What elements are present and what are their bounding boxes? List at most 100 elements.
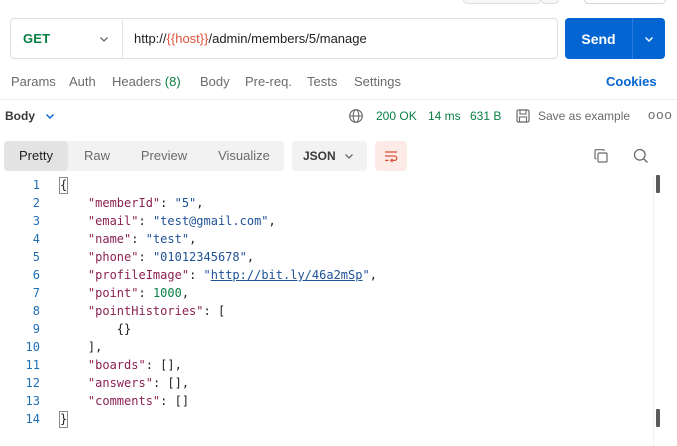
code-line: 6 "profileImage": "http://bit.ly/46a2mSp… — [0, 266, 650, 284]
code-line: 13 "comments": [] — [0, 392, 650, 410]
chevron-down-icon — [645, 36, 653, 42]
code-text: "profileImage": "http://bit.ly/46a2mSp", — [59, 266, 377, 284]
tab-body[interactable]: Body — [200, 74, 230, 89]
code-line: 10 ], — [0, 338, 650, 356]
code-token: "phone" — [87, 250, 139, 264]
code-text: "memberId": "5", — [59, 194, 204, 212]
status-code[interactable]: 200 OK — [376, 109, 417, 123]
tab-headers-label: Headers — [112, 74, 162, 89]
code-text: "point": 1000, — [59, 284, 189, 302]
send-button[interactable]: Send — [565, 31, 632, 47]
code-line: 11 "boards": [], — [0, 356, 650, 374]
code-token: : — [138, 250, 153, 264]
format-select[interactable]: JSON — [292, 141, 367, 171]
code-token: , — [246, 250, 255, 264]
code-token: , — [268, 214, 276, 228]
code-token: : [] — [160, 394, 190, 408]
code-line: 5 "phone": "01012345678", — [0, 248, 650, 266]
view-mode-tabs: Pretty Raw Preview Visualize — [4, 141, 284, 171]
save-icon[interactable] — [515, 108, 531, 124]
tab-pretty[interactable]: Pretty — [4, 141, 68, 171]
response-body-label[interactable]: Body — [5, 109, 35, 123]
line-number: 7 — [32, 286, 40, 300]
code-line: 9 {} — [0, 320, 650, 338]
code-text: } — [59, 410, 69, 428]
response-time[interactable]: 14 ms — [428, 109, 461, 123]
code-token: " — [362, 268, 370, 282]
code-token: : — [189, 268, 204, 282]
tab-pre-request[interactable]: Pre-req. — [245, 74, 292, 89]
code-token: "pointHistories" — [87, 304, 204, 318]
toolbar-button-fragment[interactable] — [541, 0, 559, 4]
tab-tests[interactable]: Tests — [307, 74, 337, 89]
code-token: " — [203, 268, 211, 282]
tab-settings[interactable]: Settings — [354, 74, 401, 89]
code-token: {} — [59, 322, 132, 336]
save-as-example-button[interactable]: Save as example — [538, 109, 630, 123]
line-number: 3 — [32, 214, 40, 228]
code-line: 12 "answers": [], — [0, 374, 650, 392]
line-number: 13 — [25, 394, 40, 408]
code-token: { — [59, 177, 69, 194]
search-icon[interactable] — [632, 147, 650, 165]
code-line: 4 "name": "test", — [0, 230, 650, 248]
toolbar-button-fragment[interactable] — [584, 0, 666, 4]
code-text: {} — [59, 320, 131, 338]
url-input[interactable]: http://{{host}}/admin/members/5/manage — [123, 31, 367, 46]
tab-visualize[interactable]: Visualize — [207, 141, 281, 171]
method-select[interactable]: GET — [11, 19, 123, 58]
response-size[interactable]: 631 B — [470, 109, 501, 123]
scrollbar-marker[interactable] — [656, 409, 660, 427]
tab-params[interactable]: Params — [11, 74, 56, 89]
tab-preview[interactable]: Preview — [132, 141, 196, 171]
code-token: "point" — [87, 286, 139, 300]
code-token: , — [369, 268, 377, 282]
code-token: "memberId" — [87, 196, 161, 210]
matched-brace: } — [59, 411, 69, 428]
tab-headers[interactable]: Headers (8) — [112, 74, 181, 89]
code-token: "profileImage" — [87, 268, 190, 282]
code-token: 1000 — [152, 286, 182, 300]
request-tabs: Params Auth Headers (8) Body Pre-req. Te… — [0, 74, 677, 94]
code-token: : — [138, 214, 153, 228]
tab-raw[interactable]: Raw — [74, 141, 120, 171]
line-number: 8 — [32, 304, 40, 318]
url-prefix: http:// — [134, 31, 167, 46]
line-number: 4 — [32, 232, 40, 246]
line-number: 9 — [32, 322, 40, 336]
code-token: "comments" — [87, 394, 161, 408]
code-token: "test@gmail.com" — [152, 214, 269, 228]
chevron-down-icon[interactable] — [44, 110, 56, 122]
line-number: 12 — [25, 376, 40, 390]
code-token: "email" — [87, 214, 139, 228]
tab-auth[interactable]: Auth — [69, 74, 96, 89]
scrollbar-marker[interactable] — [656, 175, 660, 193]
headers-count: (8) — [164, 74, 181, 89]
line-number: 6 — [32, 268, 40, 282]
chevron-down-icon — [345, 154, 353, 159]
wrap-lines-button[interactable] — [375, 141, 407, 171]
more-options-button[interactable]: ooo — [648, 107, 673, 122]
line-number: 5 — [32, 250, 40, 264]
send-options-button[interactable] — [633, 18, 665, 59]
code-line: 2 "memberId": "5", — [0, 194, 650, 212]
code-line: 7 "point": 1000, — [0, 284, 650, 302]
scrollbar-track[interactable] — [653, 175, 654, 446]
response-code-editor[interactable]: 1{2 "memberId": "5", 3 "email": "test@gma… — [0, 176, 677, 446]
cookies-link[interactable]: Cookies — [606, 74, 657, 89]
toolbar-button-fragment[interactable] — [463, 0, 541, 4]
code-token: "name" — [87, 232, 132, 246]
copy-icon[interactable] — [592, 147, 610, 165]
globe-icon[interactable] — [348, 108, 364, 124]
code-token: : — [160, 196, 175, 210]
line-number: 10 — [25, 340, 40, 354]
code-text: "boards": [], — [59, 356, 182, 374]
method-label: GET — [23, 31, 51, 46]
link-value[interactable]: http://bit.ly/46a2mSp — [211, 268, 363, 282]
